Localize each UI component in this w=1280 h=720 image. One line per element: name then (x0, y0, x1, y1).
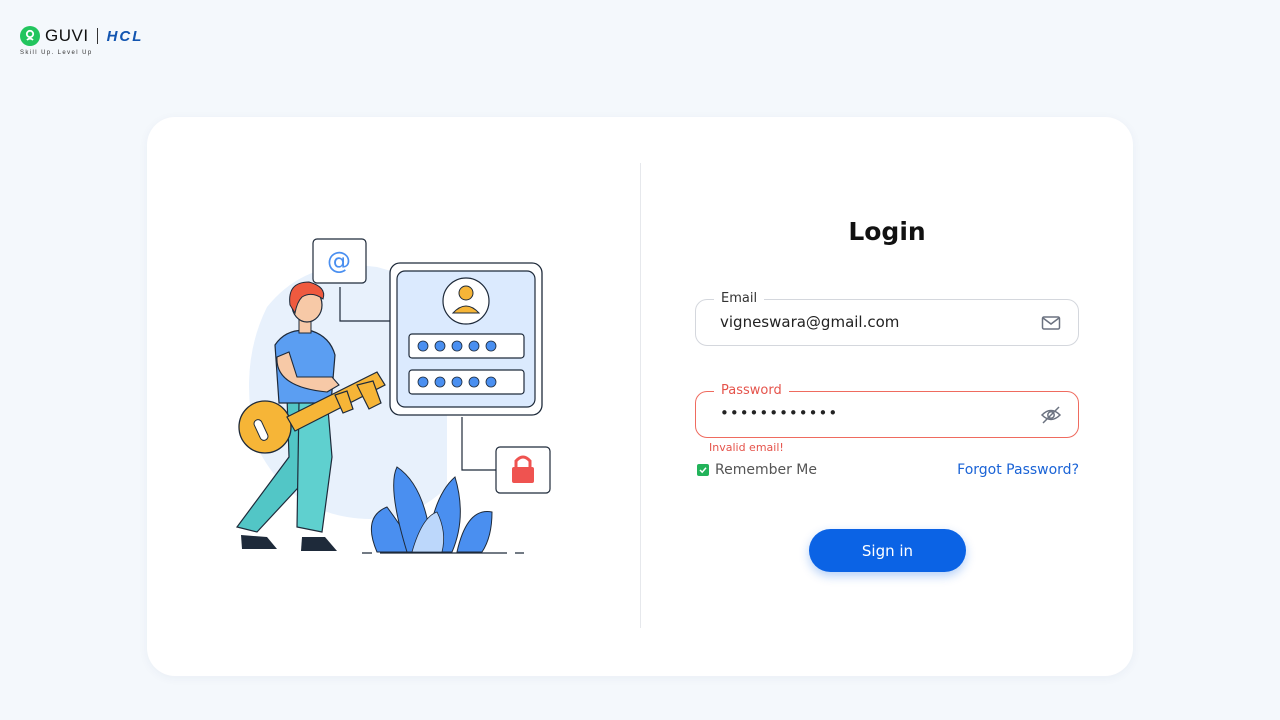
svg-text:@: @ (327, 247, 351, 275)
password-field[interactable]: Password •••••••••••• (695, 383, 1079, 438)
email-input[interactable]: vigneswara@gmail.com (720, 313, 899, 331)
password-label: Password (714, 383, 789, 399)
login-card: @ Login Email vigneswara@gmail.com Passw… (147, 117, 1133, 676)
remember-me-checkbox[interactable] (697, 464, 709, 476)
login-title: Login (848, 217, 926, 246)
card-divider (640, 163, 641, 628)
brand-tagline: Skill Up. Level Up (20, 50, 93, 56)
sign-in-button[interactable]: Sign in (809, 529, 966, 572)
remember-me-label: Remember Me (715, 462, 817, 478)
email-field[interactable]: Email vigneswara@gmail.com (695, 291, 1079, 346)
hcl-logo-text: HCL (106, 27, 144, 45)
password-error-text: Invalid email! (709, 441, 784, 454)
forgot-password-link[interactable]: Forgot Password? (957, 462, 1079, 478)
logo-separator (96, 28, 98, 44)
brand-logo[interactable]: GUVI HCL Skill Up. Level Up (20, 24, 190, 60)
mail-icon (1040, 313, 1062, 333)
guvi-logo-text: GUVI (45, 26, 89, 45)
password-input[interactable]: •••••••••••• (720, 404, 838, 422)
eye-slash-icon[interactable] (1040, 405, 1062, 425)
remember-me[interactable]: Remember Me (697, 462, 817, 478)
guvi-logo-icon (20, 26, 40, 46)
login-illustration: @ (227, 227, 567, 567)
email-label: Email (714, 291, 765, 307)
